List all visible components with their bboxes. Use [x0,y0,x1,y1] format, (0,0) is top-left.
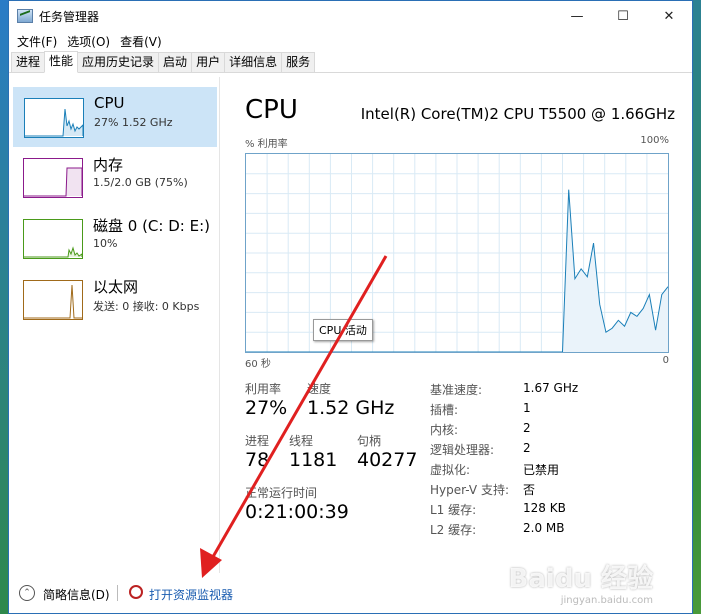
tab-processes[interactable]: 进程 [11,52,46,72]
info-value: 128 KB [523,501,566,515]
processes-label: 进程 [245,434,270,448]
page-title: CPU [245,95,298,125]
minimize-button[interactable]: — [554,1,600,31]
disk-thumbnail-graph [23,219,83,259]
chevron-up-icon[interactable]: ⌃ [19,585,35,601]
info-key: L2 缓存: [430,523,477,537]
uptime-value: 0:21:00:39 [245,501,349,523]
info-key: 插槽: [430,403,459,417]
cpu-model-name: Intel(R) Core(TM)2 CPU T5500 @ 1.66GHz [360,105,675,123]
sidebar-memory-value: 1.5/2.0 GB (75%) [93,176,188,189]
cpu-activity-tooltip: CPU 活动 [313,319,373,341]
sidebar-disk-name: 磁盘 0 (C: D: E:) [93,217,210,235]
info-key: Hyper-V 支持: [430,483,509,497]
info-value: 2 [523,421,531,435]
tab-details[interactable]: 详细信息 [224,52,283,72]
info-key: 基准速度: [430,383,483,397]
cpu-area [562,189,668,352]
sidebar-disk-value: 10% [93,237,118,250]
cpu-utilization-graph [245,153,669,353]
watermark-brand: Baidu 经验 [508,564,653,594]
graph-y-max: 100% [640,135,669,146]
watermark-url: jingyan.baidu.com [560,595,653,606]
sidebar-ethernet-value: 发送: 0 接收: 0 Kbps [93,300,200,313]
menu-view[interactable]: 查看(V) [116,33,166,50]
info-value: 否 [523,483,536,497]
speed-value: 1.52 GHz [307,397,395,419]
cpu-graph-svg [246,154,668,352]
info-key: 虚拟化: [430,463,471,477]
handles-label: 句柄 [357,434,382,448]
uptime-label: 正常运行时间 [245,486,318,500]
watermark-logo: Baidu 经验 jingyan.baidu.com [509,558,653,606]
info-value: 2.0 MB [523,521,565,535]
footer-divider [117,585,118,601]
info-key: 逻辑处理器: [430,443,495,457]
menu-file[interactable]: 文件(F) [13,33,61,50]
sidebar-ethernet-name: 以太网 [93,278,139,296]
sidebar-cpu-value: 27% 1.52 GHz [94,116,173,129]
info-value: 1 [523,401,531,415]
graph-y-label: % 利用率 [245,139,288,150]
tab-services[interactable]: 服务 [281,52,316,72]
maximize-button[interactable]: ☐ [600,1,646,31]
sidebar-memory-name: 内存 [93,156,124,174]
tab-users[interactable]: 用户 [191,52,226,72]
speed-label: 速度 [307,382,332,396]
close-button[interactable]: ✕ [646,1,692,31]
tab-performance[interactable]: 性能 [44,51,79,73]
sidebar-item-ethernet[interactable]: 以太网 发送: 0 接收: 0 Kbps [13,270,217,330]
sidebar-item-disk[interactable]: 磁盘 0 (C: D: E:) 10% [13,209,217,269]
resource-sidebar: CPU 27% 1.52 GHz 内存 1.5/2.0 GB (75%) 磁盘 … [13,87,217,331]
graph-x-right: 0 [662,355,669,366]
threads-value: 1181 [289,449,338,471]
info-value: 1.67 GHz [523,381,579,395]
sidebar-item-memory[interactable]: 内存 1.5/2.0 GB (75%) [13,148,217,208]
performance-content: CPU 27% 1.52 GHz 内存 1.5/2.0 GB (75%) 磁盘 … [9,77,692,613]
menu-bar: 文件(F) 选项(O) 查看(V) [9,31,692,51]
fewer-details-button[interactable]: 简略信息(D) [43,586,110,603]
menu-options[interactable]: 选项(O) [63,33,114,50]
task-manager-window: 任务管理器 — ☐ ✕ 文件(F) 选项(O) 查看(V) 进程 性能 应用历史… [8,0,693,614]
title-bar[interactable]: 任务管理器 — ☐ ✕ [9,1,692,31]
tab-startup[interactable]: 启动 [158,52,193,72]
info-key: 内核: [430,423,459,437]
ethernet-thumbnail-graph [23,280,83,320]
info-value: 已禁用 [523,463,560,477]
util-value: 27% [245,397,288,419]
memory-thumbnail-graph [23,158,83,198]
info-value: 2 [523,441,531,455]
graph-x-left: 60 秒 [245,359,271,370]
util-label: 利用率 [245,382,282,396]
sidebar-item-cpu[interactable]: CPU 27% 1.52 GHz [13,87,217,147]
cpu-thumbnail-graph [24,98,84,138]
tab-bar: 进程 性能 应用历史记录 启动 用户 详细信息 服务 [9,51,692,73]
processes-value: 78 [245,449,270,471]
sidebar-divider [219,77,220,573]
window-title: 任务管理器 [39,9,100,24]
handles-value: 40277 [357,449,418,471]
open-resource-monitor-link[interactable]: 打开资源监视器 [149,586,233,603]
task-manager-app-icon [17,9,33,23]
info-key: L1 缓存: [430,503,477,517]
threads-label: 线程 [289,434,314,448]
resource-monitor-icon[interactable] [129,585,143,599]
tab-app-history[interactable]: 应用历史记录 [77,52,160,72]
sidebar-cpu-name: CPU [94,94,125,112]
